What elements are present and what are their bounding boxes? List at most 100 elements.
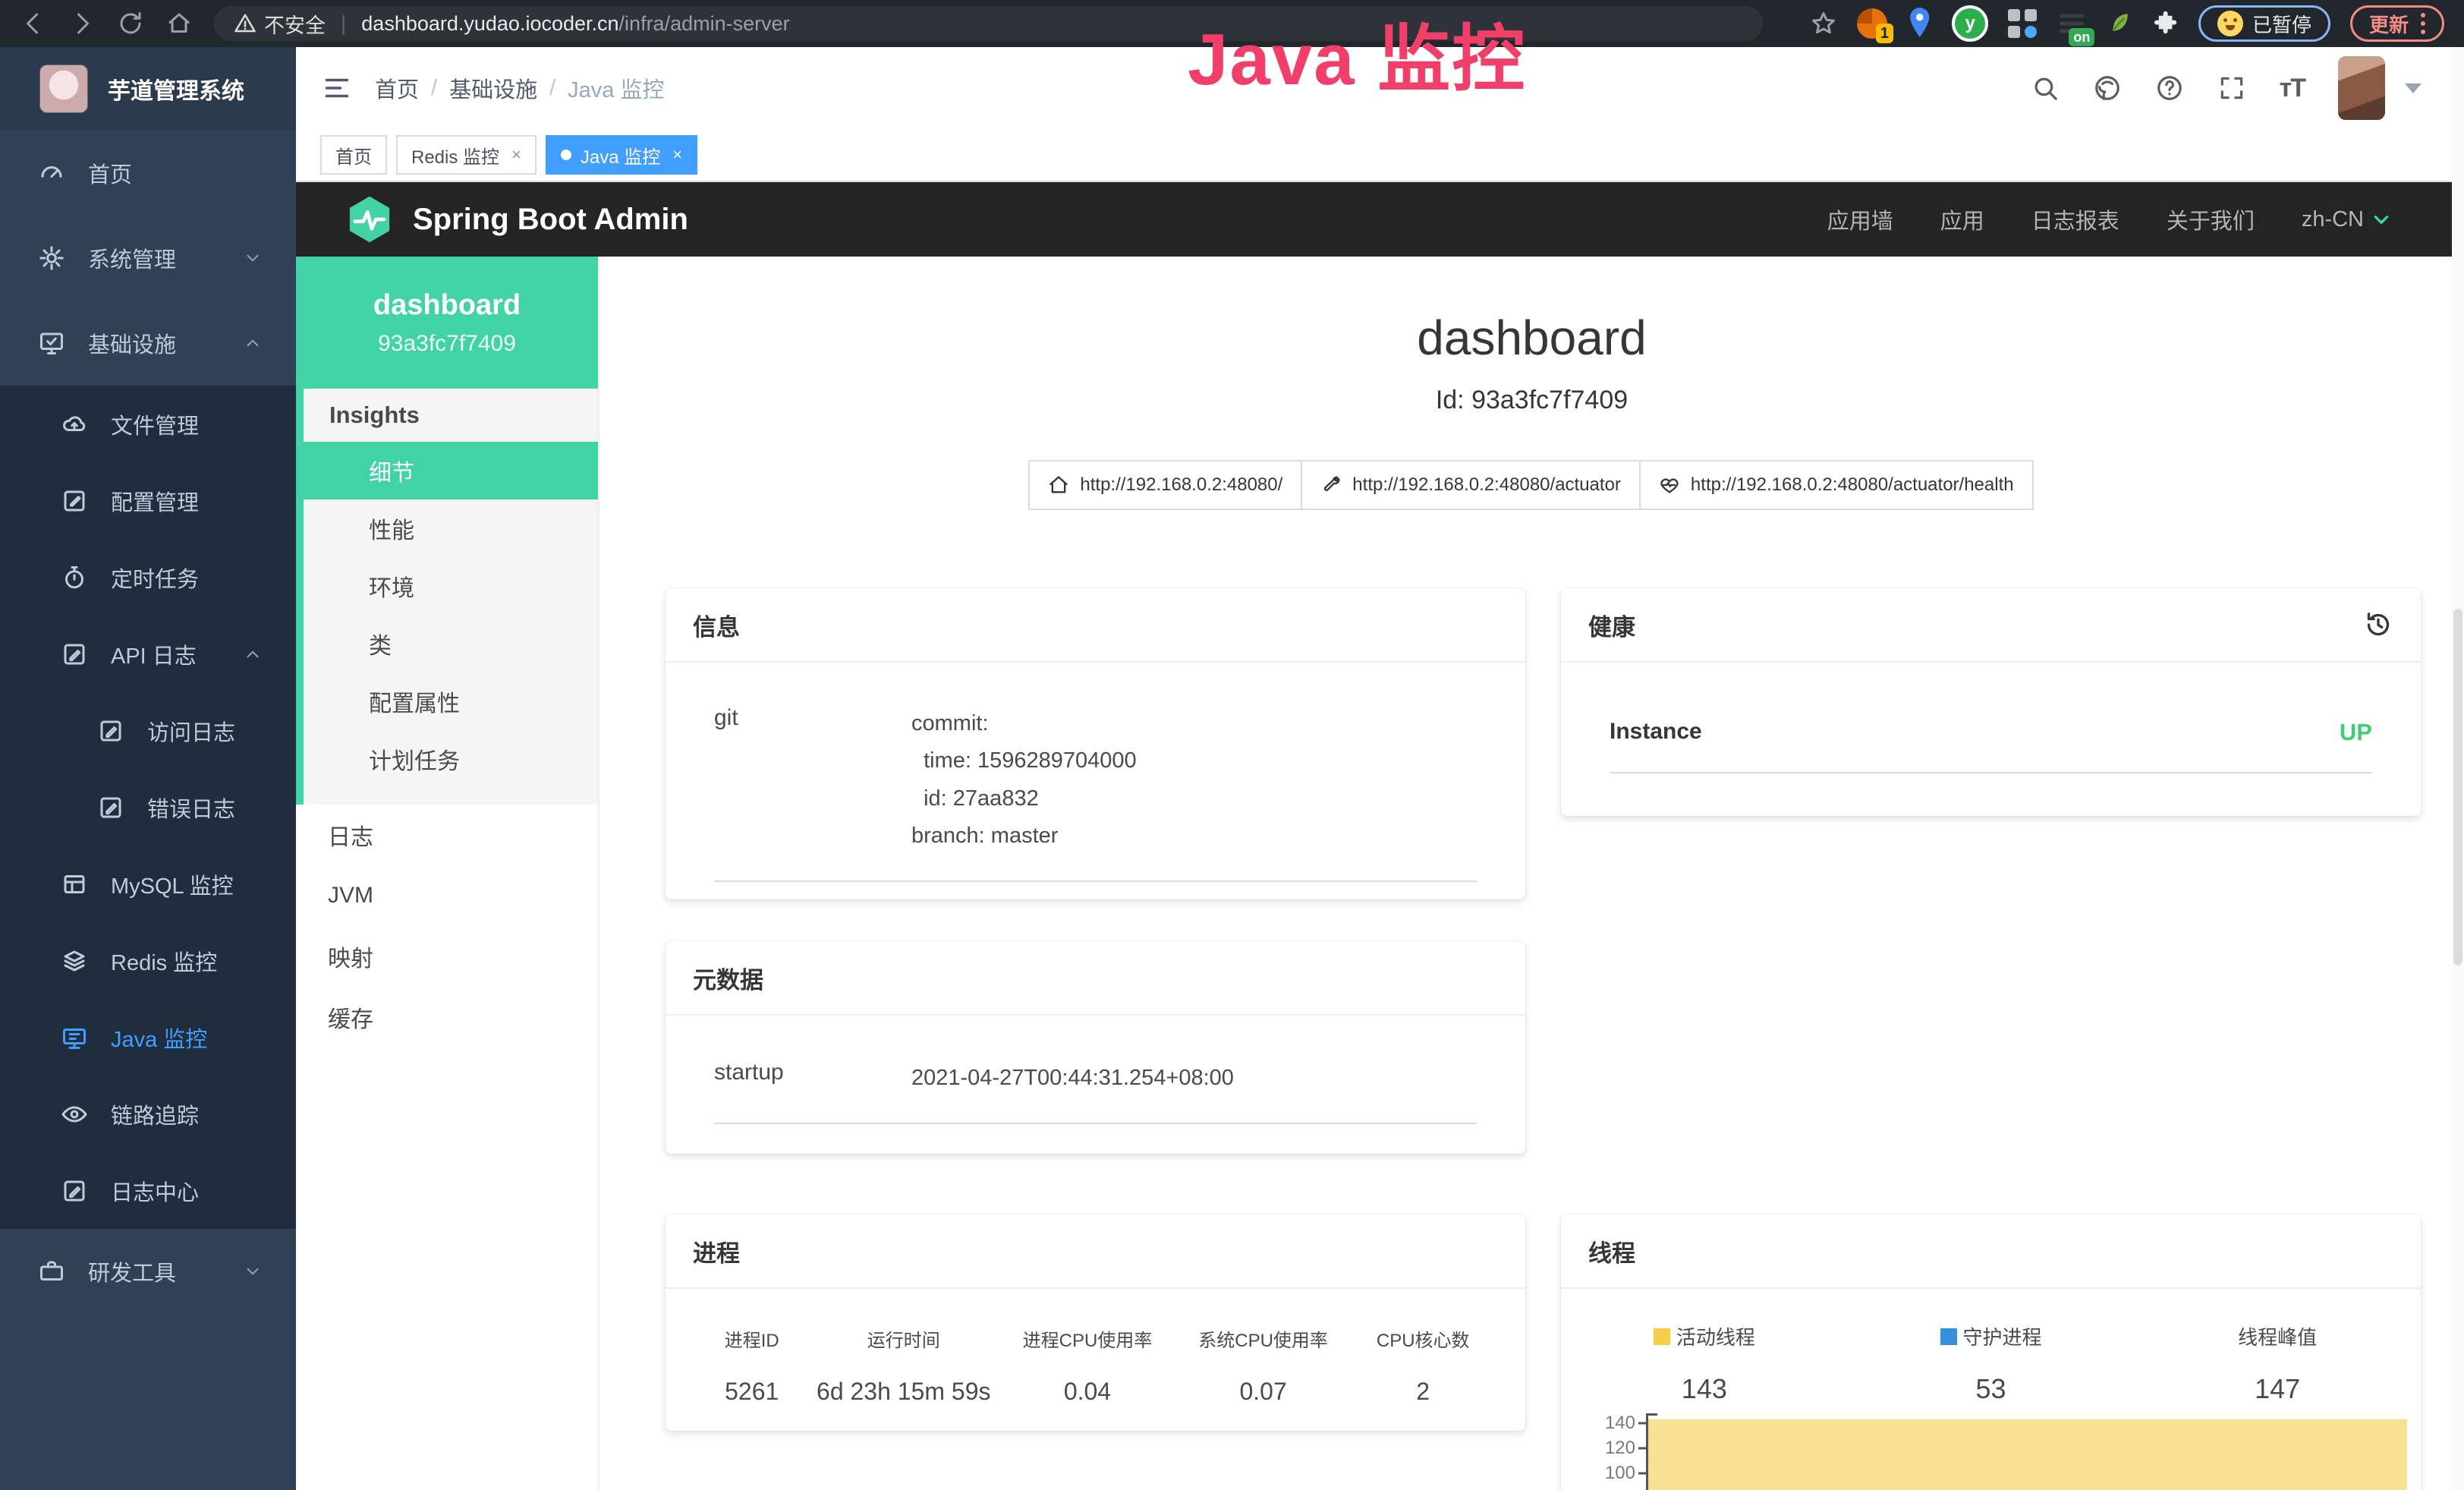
chrome-update-button[interactable]: 更新 <box>2350 5 2444 42</box>
avatar-caret-icon[interactable] <box>2405 83 2422 93</box>
info-value: commit: time: 1596289704000 id: 27aa832 … <box>911 705 1137 855</box>
sba-main-content: dashboard Id: 93a3fc7f7409 http://192.16… <box>599 257 2464 1490</box>
browser-menu-icon[interactable] <box>2421 13 2425 34</box>
tab-home[interactable]: 首页 <box>320 135 387 175</box>
bookmark-star-icon[interactable] <box>1810 10 1837 37</box>
process-card-title: 进程 <box>666 1214 1525 1289</box>
sidebar-item-config-mgmt[interactable]: 配置管理 <box>0 462 296 539</box>
spring-boot-admin-logo[interactable] <box>345 194 395 244</box>
sba-nav-wall[interactable]: 应用墙 <box>1827 203 1893 235</box>
font-size-icon[interactable]: тT <box>2280 74 2305 103</box>
sba-nav-about[interactable]: 关于我们 <box>2167 203 2255 235</box>
browser-back-icon[interactable] <box>20 10 47 37</box>
sidebar-item-log-center[interactable]: 日志中心 <box>0 1152 296 1229</box>
sba-item-config-props[interactable]: 配置属性 <box>304 673 598 730</box>
health-url-link[interactable]: http://192.168.0.2:48080/actuator/health <box>1639 460 2034 510</box>
sidebar-item-api-log[interactable]: API 日志 <box>0 616 296 692</box>
sidebar-item-label: 错误日志 <box>147 792 235 824</box>
fullscreen-icon[interactable] <box>2217 74 2246 102</box>
insights-group: Insights 细节 性能 环境 类 配置属性 计划任务 <box>296 389 598 805</box>
sba-item-mappings[interactable]: 映射 <box>296 926 598 987</box>
sidebar-item-redis-monitor[interactable]: Redis 监控 <box>0 922 296 999</box>
sba-item-details[interactable]: 细节 <box>304 442 598 499</box>
sba-item-jvm[interactable]: JVM <box>296 865 598 926</box>
sidebar-item-label: API 日志 <box>111 638 197 670</box>
sidebar-item-label: 日志中心 <box>111 1175 199 1207</box>
sba-item-logging[interactable]: 日志 <box>296 805 598 865</box>
search-icon[interactable] <box>2031 74 2060 102</box>
paused-label: 已暂停 <box>2252 10 2311 38</box>
sba-item-metrics[interactable]: 性能 <box>304 499 598 557</box>
pin-extension-icon[interactable] <box>1907 5 1932 42</box>
legend-daemon-threads: 守护进程 53 <box>1848 1322 2135 1405</box>
grid-extension-icon[interactable] <box>2008 9 2037 38</box>
sidebar-item-scheduled-jobs[interactable]: 定时任务 <box>0 539 296 616</box>
sba-item-caches[interactable]: 缓存 <box>296 987 598 1047</box>
hamburger-icon[interactable] <box>320 74 354 102</box>
history-icon[interactable] <box>2363 610 2393 640</box>
address-bar[interactable]: 不安全 | dashboard.yudao.iocoder.cn/infra/a… <box>214 6 1763 41</box>
metadata-row-startup: startup 2021-04-27T00:44:31.254+08:00 <box>714 1060 1477 1124</box>
sidebar-item-java-monitor[interactable]: Java 监控 <box>0 999 296 1076</box>
chevron-down-icon <box>243 248 263 268</box>
page-scrollbar[interactable] <box>2452 47 2464 1490</box>
not-secure-chip[interactable]: 不安全 <box>234 9 326 39</box>
profile-paused-pill[interactable]: 已暂停 <box>2198 5 2330 42</box>
browser-reload-icon[interactable] <box>117 10 144 37</box>
sidebar-item-home[interactable]: 首页 <box>0 131 296 216</box>
sidebar-item-dev-tools[interactable]: 研发工具 <box>0 1229 296 1314</box>
help-icon[interactable] <box>2155 74 2184 102</box>
insights-section-label: Insights <box>304 389 598 442</box>
sba-instance-header[interactable]: dashboard 93a3fc7f7409 <box>296 257 598 389</box>
url-domain: dashboard.yudao.iocoder.cn <box>361 12 618 35</box>
update-label: 更新 <box>2369 10 2409 38</box>
y-extension-icon[interactable]: y <box>1952 5 1988 42</box>
url-text: dashboard.yudao.iocoder.cn/infra/admin-s… <box>361 12 789 36</box>
github-icon[interactable] <box>2093 74 2122 102</box>
sba-locale-select[interactable]: zh-CN <box>2302 207 2391 232</box>
y-tick-mark <box>1638 1422 1646 1425</box>
service-url-link[interactable]: http://192.168.0.2:48080/ <box>1028 460 1302 510</box>
sidebar-item-infrastructure[interactable]: 基础设施 <box>0 301 296 386</box>
warning-icon <box>234 12 256 35</box>
tab-redis-monitor[interactable]: Redis 监控 × <box>396 135 537 175</box>
val-system-cpu: 0.07 <box>1175 1378 1352 1406</box>
browser-home-icon[interactable] <box>165 10 193 37</box>
sba-item-classes[interactable]: 类 <box>304 615 598 673</box>
scrollbar-thumb[interactable] <box>2453 609 2462 966</box>
info-row-git: git commit: time: 1596289704000 id: 27aa… <box>714 705 1477 882</box>
sba-nav-applications[interactable]: 应用 <box>1940 203 1984 235</box>
process-table: 进程ID 运行时间 进程CPU使用率 系统CPU使用率 CPU核心数 5261 … <box>696 1325 1495 1406</box>
sba-item-scheduled-tasks[interactable]: 计划任务 <box>304 730 598 788</box>
extension-orange-icon[interactable]: 1 <box>1857 8 1887 39</box>
tab-close-icon[interactable]: × <box>511 145 521 165</box>
sba-item-environment[interactable]: 环境 <box>304 557 598 615</box>
threads-card-title: 线程 <box>1561 1214 2421 1289</box>
sidebar-item-system-mgmt[interactable]: 系统管理 <box>0 216 296 301</box>
process-table-header: 进程ID 运行时间 进程CPU使用率 系统CPU使用率 CPU核心数 <box>696 1325 1495 1352</box>
tab-close-icon[interactable]: × <box>672 145 682 165</box>
sidebar-item-error-log[interactable]: 错误日志 <box>0 769 296 846</box>
sidebar-item-file-mgmt[interactable]: 文件管理 <box>0 386 296 462</box>
leaf-extension-icon[interactable] <box>2107 8 2132 39</box>
browser-forward-icon[interactable] <box>68 10 96 37</box>
url-separator: | <box>341 11 346 36</box>
onoff-extension-icon[interactable]: on <box>2056 8 2087 39</box>
user-avatar[interactable] <box>2338 56 2385 120</box>
sba-nav-journal[interactable]: 日志报表 <box>2031 203 2119 235</box>
tab-java-monitor[interactable]: Java 监控 × <box>546 135 697 175</box>
info-card: 信息 git commit: time: 1596289704000 id: 2… <box>666 588 1525 899</box>
threads-legend: 活动线程 143 守护进程 53 线程峰值 147 <box>1561 1322 2421 1405</box>
sidebar-item-tracing[interactable]: 链路追踪 <box>0 1076 296 1152</box>
annotation-java-monitor: Java 监控 <box>1188 0 1526 106</box>
sba-brand-title[interactable]: Spring Boot Admin <box>413 203 688 237</box>
actuator-url-link[interactable]: http://192.168.0.2:48080/actuator <box>1301 460 1641 510</box>
breadcrumb-home[interactable]: 首页 <box>375 72 419 104</box>
sidebar-item-access-log[interactable]: 访问日志 <box>0 692 296 769</box>
breadcrumb-current: Java 监控 <box>568 72 664 104</box>
app-logo-row[interactable]: 芋道管理系统 <box>0 47 296 131</box>
sidebar-item-label: 基础设施 <box>88 327 176 359</box>
puzzle-extension-icon[interactable] <box>2152 9 2179 38</box>
sidebar-item-mysql-monitor[interactable]: MySQL 监控 <box>0 846 296 922</box>
breadcrumb-section[interactable]: 基础设施 <box>449 72 537 104</box>
